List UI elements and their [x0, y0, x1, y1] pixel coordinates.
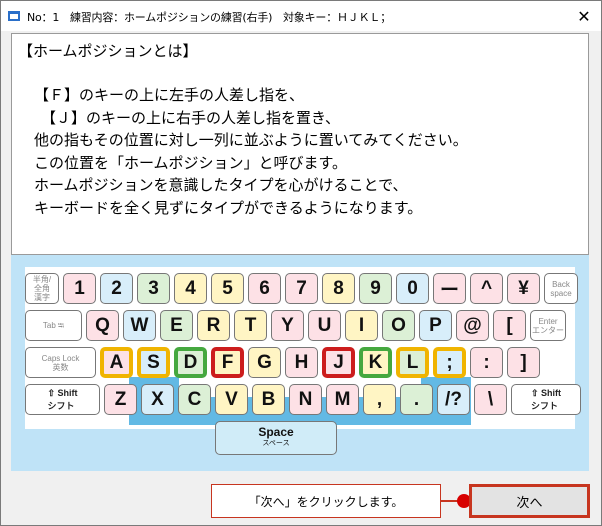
key: 半角/ 全角 漢字: [25, 273, 59, 304]
key: Tab ⭾: [25, 310, 82, 341]
key: ⇧ Shift シフト: [25, 384, 100, 415]
key: [: [493, 310, 526, 341]
keyboard: 半角/ 全角 漢字 1 2 3 4 5 6 7 8 9 0 ー ^ ¥ Back space Tab ⭾ Q W E…: [25, 267, 581, 455]
key: G: [248, 347, 281, 378]
key: T: [234, 310, 267, 341]
key: 5: [211, 273, 244, 304]
key: Enter エンター: [530, 310, 566, 341]
key: 7: [285, 273, 318, 304]
key: D: [174, 347, 207, 378]
key: O: [382, 310, 415, 341]
key: ⇧ Shift シフト: [511, 384, 581, 415]
key: 2: [100, 273, 133, 304]
key: R: [197, 310, 230, 341]
key: ;: [433, 347, 466, 378]
key: W: [123, 310, 156, 341]
next-button[interactable]: 次へ: [469, 484, 590, 518]
space-key-sublabel: スペース: [262, 440, 290, 447]
key: ¥: [507, 273, 540, 304]
key: F: [211, 347, 244, 378]
key: /?: [437, 384, 470, 415]
key: .: [400, 384, 433, 415]
window-title: No：1 練習内容：ホームポジションの練習(右手) 対象キー：ＨＪＫＬ；: [27, 11, 392, 24]
key: E: [160, 310, 193, 341]
key: ^: [470, 273, 503, 304]
key: Caps Lock 英数: [25, 347, 96, 378]
key: ]: [507, 347, 540, 378]
key: X: [141, 384, 174, 415]
explanation-panel: 【ホームポジションとは】 【Ｆ】のキーの上に左手の人差し指を、 【Ｊ】のキーの上…: [11, 33, 589, 255]
close-icon[interactable]: ✕: [567, 1, 601, 31]
key: 3: [137, 273, 170, 304]
key: 6: [248, 273, 281, 304]
key: 8: [322, 273, 355, 304]
key: 0: [396, 273, 429, 304]
instruction-caption: 「次へ」をクリックします。: [211, 484, 441, 518]
app-icon: [8, 11, 20, 21]
explanation-line: ホームポジションを意識したタイプを心がけることで、: [34, 176, 408, 195]
key: N: [289, 384, 322, 415]
key: Z: [104, 384, 137, 415]
explanation-line: キーボードを全く見ずにタイプができるようになります。: [34, 198, 423, 217]
key: P: [419, 310, 452, 341]
section-heading: 【ホームポジションとは】: [18, 42, 198, 60]
key: 4: [174, 273, 207, 304]
space-key: Space スペース: [215, 421, 337, 455]
key: 1: [63, 273, 96, 304]
key: J: [322, 347, 355, 378]
keyboard-area: 半角/ 全角 漢字 1 2 3 4 5 6 7 8 9 0 ー ^ ¥ Back space Tab ⭾ Q W E…: [11, 255, 589, 471]
key: C: [178, 384, 211, 415]
space-key-label: Space: [258, 425, 294, 439]
explanation-line: 他の指もその位置に対し一列に並ぶように置いてみてください。: [34, 131, 468, 150]
key: ー: [433, 273, 466, 304]
key: V: [215, 384, 248, 415]
key: M: [326, 384, 359, 415]
explanation-text: 【Ｆ】のキーの上に左手の人差し指を、 【Ｊ】のキーの上に右手の人差し指を置き、 …: [34, 84, 468, 220]
key: Y: [271, 310, 304, 341]
dialog-window: No：1 練習内容：ホームポジションの練習(右手) 対象キー：ＨＪＫＬ； ✕ 【…: [0, 0, 602, 526]
title-bar: No：1 練習内容：ホームポジションの練習(右手) 対象キー：ＨＪＫＬ； ✕: [1, 1, 601, 31]
key: ,: [363, 384, 396, 415]
key: Back space: [544, 273, 578, 304]
key: H: [285, 347, 318, 378]
key: \: [474, 384, 507, 415]
key: A: [100, 347, 133, 378]
explanation-line: 【Ｊ】のキーの上に右手の人差し指を置き、: [41, 108, 340, 127]
key: I: [345, 310, 378, 341]
key: :: [470, 347, 503, 378]
key: B: [252, 384, 285, 415]
key: Q: [86, 310, 119, 341]
explanation-line: 【Ｆ】のキーの上に左手の人差し指を、: [34, 86, 305, 104]
key: 9: [359, 273, 392, 304]
key: K: [359, 347, 392, 378]
explanation-line: この位置を「ホームポジション」と呼びます。: [34, 153, 348, 172]
key: S: [137, 347, 170, 378]
key: L: [396, 347, 429, 378]
key: U: [308, 310, 341, 341]
key: @: [456, 310, 489, 341]
